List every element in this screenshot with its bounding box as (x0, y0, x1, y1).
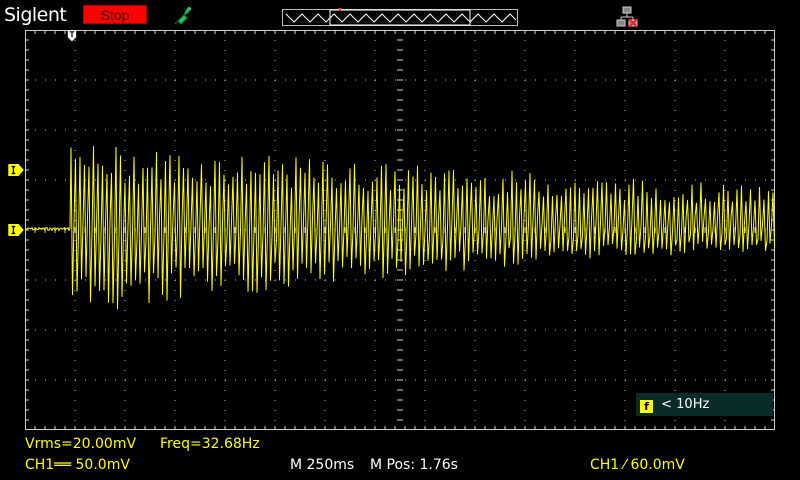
channel-1-marker-icon[interactable] (8, 224, 24, 236)
timebase[interactable]: M 250ms (290, 457, 354, 473)
network-icon (616, 6, 638, 28)
trigger-frequency-text: < 10Hz (661, 397, 710, 412)
ch1-waveform (25, 146, 775, 310)
top-bar: Siglent Stop (0, 0, 800, 30)
probe-icon (174, 6, 191, 25)
ch1-scale[interactable]: CH1══ 50.0mV (25, 457, 130, 473)
trigger-position-icon[interactable] (64, 30, 80, 42)
ch1-trace-path (25, 146, 775, 310)
trigger-frequency-panel: f < 10Hz (636, 393, 773, 416)
waveform-overview (282, 8, 518, 26)
frequency-icon: f (640, 400, 653, 413)
brand-logo: Siglent (4, 4, 67, 26)
trigger-level-marker-icon[interactable] (8, 164, 24, 176)
measurement-freq: Freq=32.68Hz (160, 436, 260, 452)
run-stop-button[interactable]: Stop (83, 5, 147, 24)
waveform-display[interactable] (25, 30, 775, 430)
memory-position[interactable]: M Pos: 1.76s (370, 457, 458, 473)
measurement-vrms: Vrms=20.00mV (25, 436, 137, 452)
trigger-setting[interactable]: CH1 ⁄ 60.0mV (590, 457, 685, 473)
